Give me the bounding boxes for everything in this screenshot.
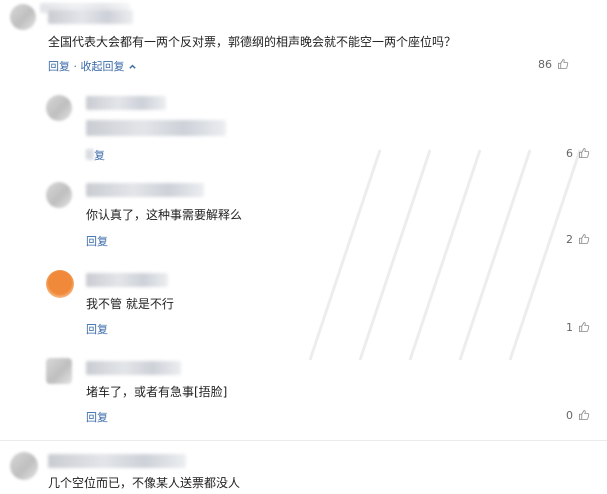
avatar[interactable] (10, 452, 38, 480)
avatar[interactable] (46, 270, 74, 298)
reply-link[interactable]: 复 (86, 147, 105, 163)
like-count: 2 (566, 233, 573, 246)
like-count: 1 (566, 321, 573, 334)
like-button[interactable]: 0 (566, 409, 590, 422)
like-count: 0 (566, 409, 573, 422)
thumbs-up-icon (578, 410, 589, 420)
watermark (308, 149, 582, 361)
avatar[interactable] (46, 182, 72, 208)
avatar[interactable] (46, 358, 72, 384)
reply-link[interactable]: 回复 (48, 60, 70, 73)
username-blurred[interactable] (86, 183, 204, 197)
like-button[interactable]: 1 (566, 321, 590, 334)
separator: · (73, 60, 78, 73)
comment-text-blurred (86, 120, 226, 136)
avatar[interactable] (46, 95, 72, 121)
chevron-up-icon (129, 64, 136, 69)
like-button[interactable]: 86 (538, 58, 569, 71)
like-count: 6 (566, 147, 573, 160)
username-blurred[interactable] (48, 10, 133, 24)
avatar[interactable] (10, 4, 36, 30)
thumbs-up-icon (578, 322, 589, 332)
collapse-replies-link[interactable]: 收起回复 (81, 60, 138, 73)
comment-text: 全国代表大会都有一两个反对票，郭德纲的相声晚会就不能空一两个座位吗？ (48, 35, 457, 49)
comment-text: 你认真了，这种事需要解释么 (86, 208, 243, 222)
reply-link[interactable]: 回复 (86, 233, 108, 249)
like-count: 86 (538, 58, 552, 71)
username-blurred[interactable] (86, 273, 168, 287)
reply-link[interactable]: 回复 (86, 321, 108, 337)
like-button[interactable]: 2 (566, 233, 590, 246)
thumbs-up-icon (578, 148, 589, 158)
username-blurred[interactable] (48, 454, 186, 468)
thumbs-up-icon (557, 59, 568, 69)
comment-text: 几个空位而已，不像某人送票都没人 (48, 476, 241, 490)
username-blurred[interactable] (86, 96, 166, 110)
username-blurred[interactable] (86, 361, 181, 375)
comment-divider (0, 440, 607, 441)
like-button[interactable]: 6 (566, 147, 590, 160)
thumbs-up-icon (578, 234, 589, 244)
comment-text: 我不管 就是不行 (86, 297, 174, 311)
comment-actions: 回复 · 收起回复 (48, 58, 137, 74)
comment-text: 堵车了，或者有急事[捂脸] (86, 385, 228, 399)
reply-link[interactable]: 回复 (86, 409, 108, 425)
